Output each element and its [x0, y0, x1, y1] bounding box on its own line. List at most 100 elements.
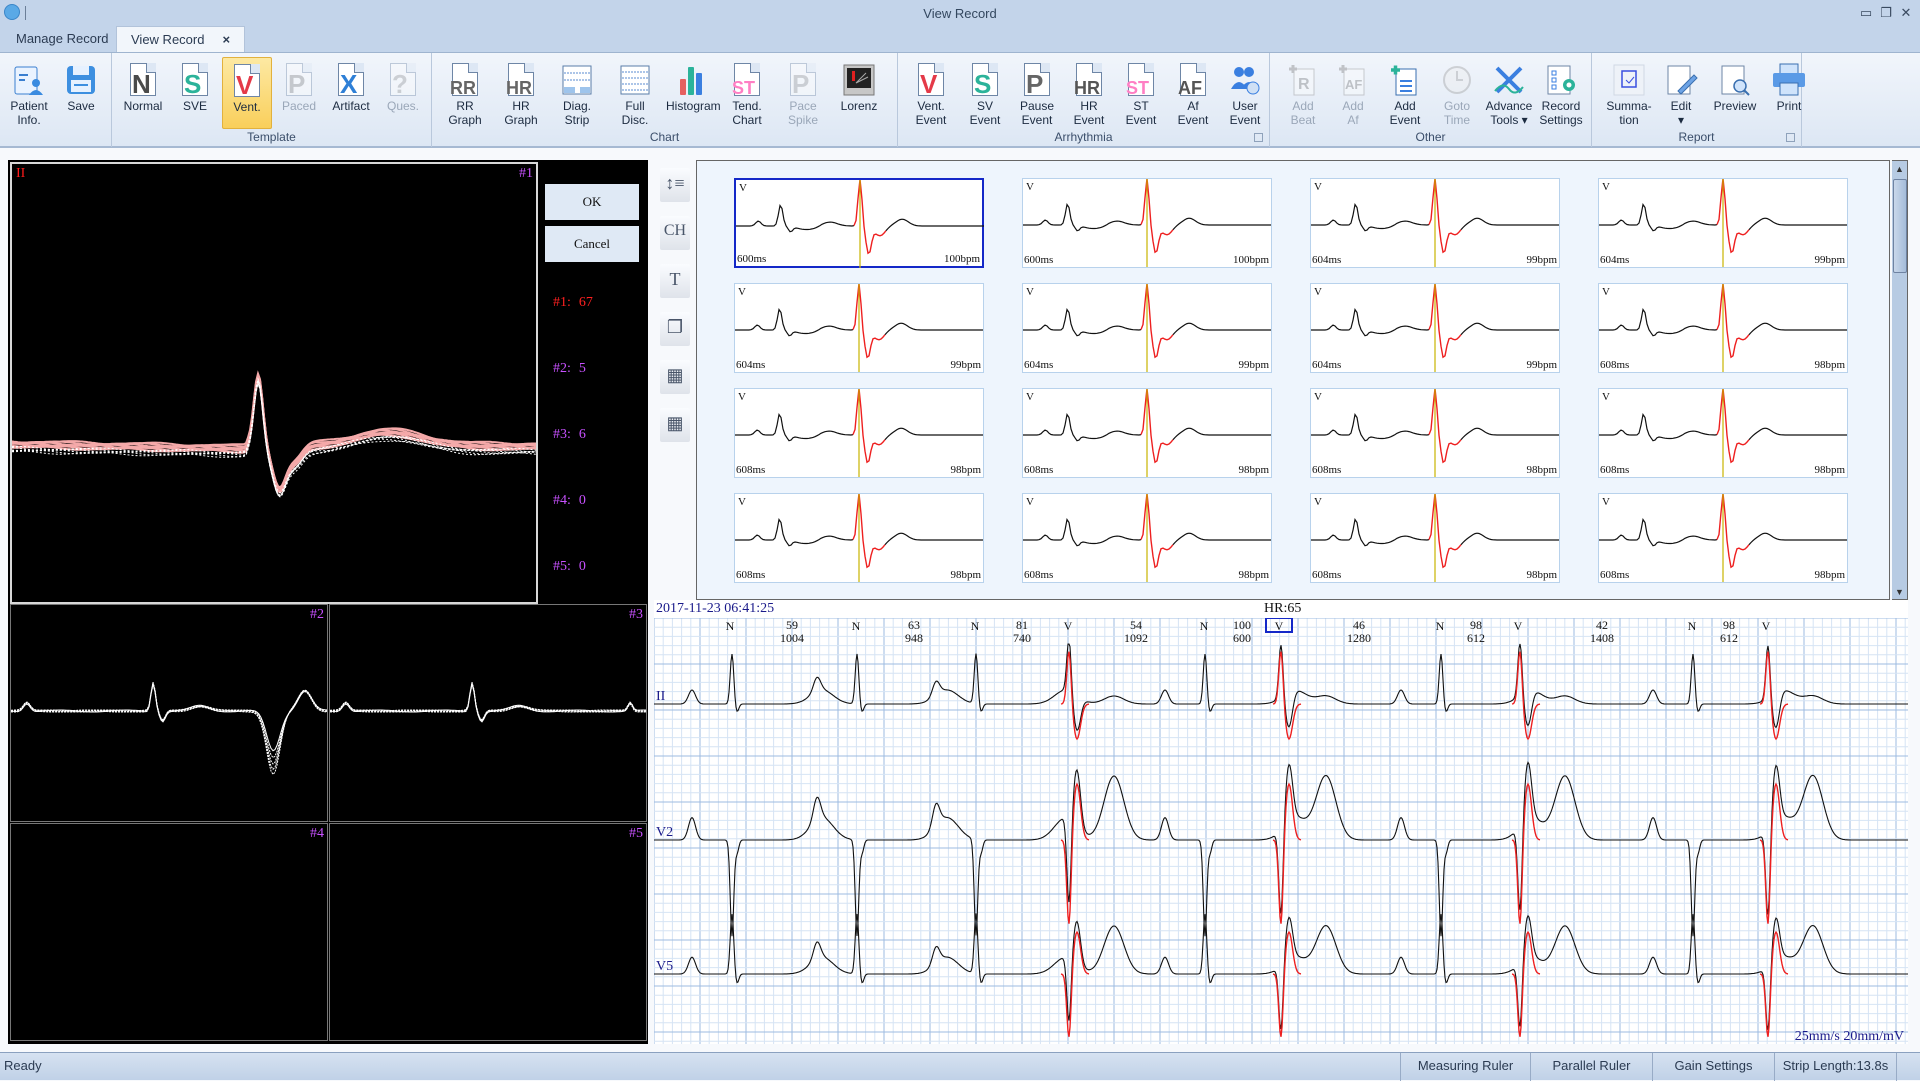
- beat-type-label: V: [1026, 181, 1034, 193]
- beat-thumbnail[interactable]: V 604ms 99bpm: [1022, 283, 1272, 373]
- pause-event-button[interactable]: P Pause Event: [1012, 57, 1062, 129]
- beat-type-annotation[interactable]: N: [1436, 619, 1445, 633]
- user-event-button[interactable]: User Event: [1220, 57, 1270, 129]
- template-view-3[interactable]: #3: [329, 604, 647, 822]
- thumbnail-scrollbar[interactable]: ▲ ▼: [1892, 160, 1908, 600]
- multi-select-icon[interactable]: ❐: [660, 312, 690, 346]
- preview-button[interactable]: Preview: [1710, 57, 1760, 129]
- template-view-5[interactable]: #5: [329, 823, 647, 1041]
- scroll-down-icon[interactable]: ▼: [1895, 587, 1904, 597]
- sv-event-button[interactable]: S SV Event: [960, 57, 1010, 129]
- sve-template-button[interactable]: S SVE: [170, 57, 220, 129]
- ecg-strip[interactable]: N 59 1004 N 63 948 N 81 740 V 54 1092 N 100 600 V 46 1280…: [653, 617, 1908, 1044]
- vent-event-button[interactable]: V Vent. Event: [906, 57, 956, 129]
- restore-icon[interactable]: ❐: [1876, 5, 1896, 21]
- rr-graph-button[interactable]: RR RR Graph: [440, 57, 490, 129]
- advance-tools-button[interactable]: Advance Tools ▾: [1484, 57, 1534, 129]
- close-icon[interactable]: ✕: [1896, 5, 1916, 21]
- row-spacing-icon[interactable]: ↕≡: [660, 168, 690, 202]
- tab-manage-record[interactable]: Manage Record: [2, 26, 123, 52]
- main-template-view[interactable]: II #1: [10, 162, 538, 604]
- count-label: #4:: [553, 493, 571, 508]
- vent-template-button[interactable]: V Vent.: [222, 57, 272, 129]
- normal-segment: [1599, 202, 1718, 232]
- beat-thumbnail[interactable]: V 608ms 98bpm: [1598, 493, 1848, 583]
- beat-thumbnail[interactable]: V 604ms 99bpm: [1310, 283, 1560, 373]
- beat-thumbnail[interactable]: V 608ms 98bpm: [1022, 493, 1272, 583]
- ventricular-beat-trace: [1060, 651, 1090, 741]
- beat-type-annotation[interactable]: V: [1762, 619, 1771, 633]
- tab-view-record[interactable]: View Record ×: [116, 26, 246, 52]
- beat-type-label: V: [739, 182, 747, 194]
- beat-type-annotation[interactable]: V: [1514, 619, 1523, 633]
- dialog-launcher-icon[interactable]: [1254, 133, 1263, 142]
- beat-thumbnail[interactable]: V 608ms 98bpm: [1598, 388, 1848, 478]
- beat-thumbnail[interactable]: V 600ms 100bpm: [1022, 178, 1272, 268]
- pace-spike-button[interactable]: P Pace Spike: [778, 57, 828, 129]
- save-button[interactable]: Save: [56, 57, 106, 129]
- ok-button[interactable]: OK: [545, 184, 639, 220]
- beat-thumbnail[interactable]: V 608ms 98bpm: [1598, 283, 1848, 373]
- text-width-icon[interactable]: T: [660, 264, 690, 298]
- template-view-4[interactable]: #4: [10, 823, 328, 1041]
- beat-thumbnail[interactable]: V 608ms 98bpm: [1022, 388, 1272, 478]
- dialog-launcher-icon[interactable]: [1786, 133, 1795, 142]
- scroll-up-icon[interactable]: ▲: [1895, 164, 1904, 174]
- question-template-button[interactable]: ? Ques.: [378, 57, 428, 129]
- parallel-ruler-button[interactable]: Parallel Ruler: [1530, 1053, 1652, 1081]
- rr-interval-label: 608ms: [1024, 569, 1054, 581]
- goto-time-button[interactable]: Goto Time: [1432, 57, 1482, 129]
- artifact-template-button[interactable]: X Artifact: [326, 57, 376, 129]
- beat-thumbnail[interactable]: V 604ms 99bpm: [734, 283, 984, 373]
- beat-thumbnail[interactable]: V 608ms 98bpm: [734, 388, 984, 478]
- hr-event-button[interactable]: HR HR Event: [1064, 57, 1114, 129]
- normal-segment: [735, 412, 854, 442]
- print-button[interactable]: Print: [1764, 57, 1814, 129]
- beat-thumbnail[interactable]: V 600ms 100bpm: [734, 178, 984, 268]
- hr-graph-icon: HR: [504, 63, 538, 98]
- st-event-button[interactable]: ST ST Event: [1116, 57, 1166, 129]
- beat-type-annotation[interactable]: N: [971, 619, 980, 633]
- hr-graph-button[interactable]: HR HR Graph: [496, 57, 546, 129]
- beat-type-annotation[interactable]: N: [726, 619, 735, 633]
- template-view-2[interactable]: #2: [10, 604, 328, 822]
- scrollbar-thumb[interactable]: [1893, 179, 1907, 273]
- beat-type-annotation[interactable]: N: [852, 619, 861, 633]
- summation-button[interactable]: Summa- tion: [1604, 57, 1654, 129]
- patient-info-button[interactable]: Patient Info.: [4, 57, 54, 129]
- record-settings-button[interactable]: Record Settings: [1536, 57, 1586, 129]
- beat-thumbnail[interactable]: V 608ms 98bpm: [1310, 388, 1560, 478]
- minimize-icon[interactable]: ▭: [1856, 5, 1876, 21]
- beat-type-annotation[interactable]: V: [1275, 619, 1284, 633]
- channel-icon[interactable]: CH: [660, 216, 690, 250]
- histogram-button[interactable]: Histogram: [666, 57, 721, 129]
- af-event-button[interactable]: AF Af Event: [1168, 57, 1218, 129]
- measuring-ruler-button[interactable]: Measuring Ruler: [1400, 1053, 1530, 1081]
- cancel-button[interactable]: Cancel: [545, 226, 639, 262]
- add-af-button[interactable]: AF Add Af: [1328, 57, 1378, 129]
- paced-template-button[interactable]: P Paced: [274, 57, 324, 129]
- edit-button[interactable]: Edit ▾: [1656, 57, 1706, 129]
- grid-4-icon[interactable]: ▦: [660, 360, 690, 394]
- beat-type-annotation[interactable]: V: [1064, 619, 1073, 633]
- tab-close-icon[interactable]: ×: [222, 32, 230, 47]
- beat-waveform: [1023, 494, 1271, 582]
- beat-type-annotation[interactable]: N: [1688, 619, 1697, 633]
- normal-segment: [1023, 517, 1142, 547]
- add-beat-button[interactable]: R Add Beat: [1278, 57, 1328, 129]
- full-disclosure-button[interactable]: Full Disc.: [610, 57, 660, 129]
- rr-interval-label: 608ms: [1312, 464, 1342, 476]
- beat-thumbnail[interactable]: V 608ms 98bpm: [1310, 493, 1560, 583]
- beat-type-annotation[interactable]: N: [1200, 619, 1209, 633]
- normal-template-button[interactable]: N Normal: [118, 57, 168, 129]
- gain-settings-button[interactable]: Gain Settings: [1652, 1053, 1774, 1081]
- diag-strip-button[interactable]: Diag. Strip: [552, 57, 602, 129]
- trend-chart-button[interactable]: ST Tend. Chart: [722, 57, 772, 129]
- lorenz-button[interactable]: Lorenz: [834, 57, 884, 129]
- beat-thumbnail[interactable]: V 604ms 99bpm: [1598, 178, 1848, 268]
- beat-thumbnail[interactable]: V 604ms 99bpm: [1310, 178, 1560, 268]
- add-event-button[interactable]: Add Event: [1380, 57, 1430, 129]
- template-count-4: #4: 0: [553, 493, 586, 509]
- grid-3-icon[interactable]: ▦: [660, 408, 690, 442]
- beat-thumbnail[interactable]: V 608ms 98bpm: [734, 493, 984, 583]
